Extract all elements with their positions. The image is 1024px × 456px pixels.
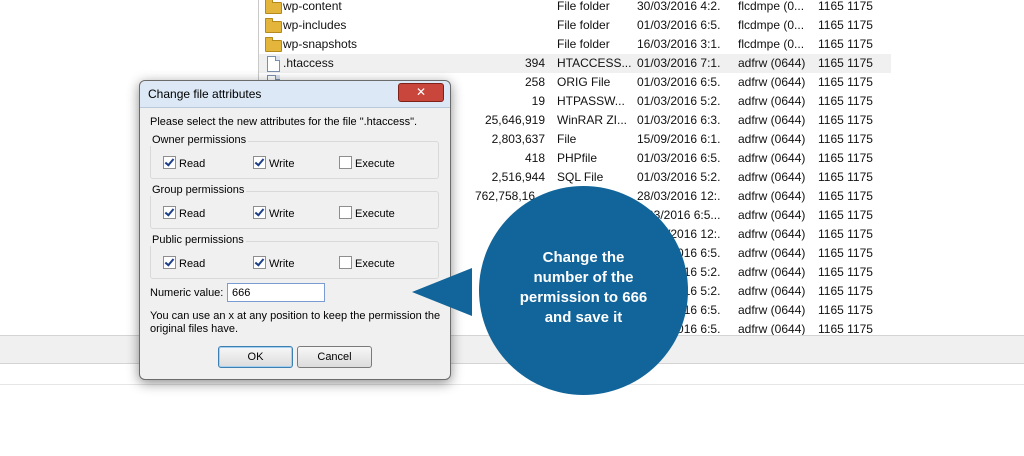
callout-line-3: permission to 666: [519, 289, 648, 306]
callout-arrow-icon: [412, 268, 472, 316]
callout-line-2: number of the: [533, 269, 634, 286]
callout-line-1: Change the: [542, 249, 625, 266]
callout-text: Change the number of the permission to 6…: [497, 248, 670, 328]
callout-line-4: and save it: [544, 309, 623, 326]
